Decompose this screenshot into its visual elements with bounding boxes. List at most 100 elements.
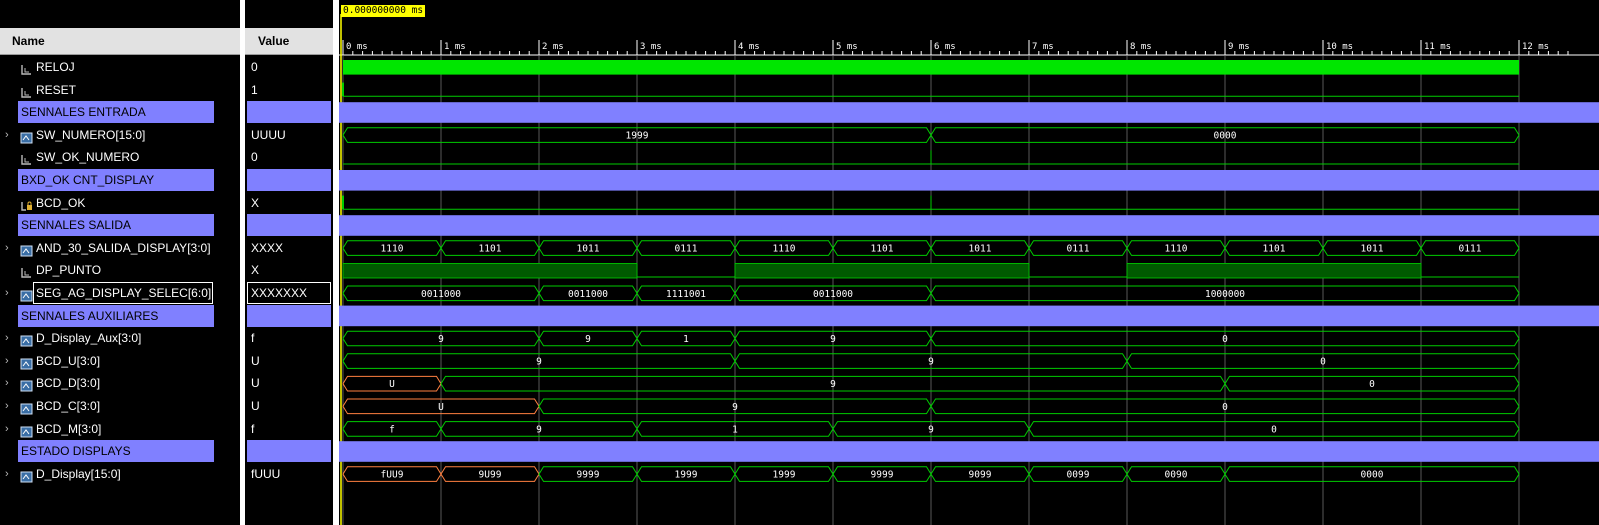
bus-value-label: 1110 — [773, 244, 796, 255]
expand-chevron-icon[interactable]: › — [5, 395, 9, 417]
bus-icon — [20, 355, 33, 370]
expand-chevron-icon[interactable]: › — [5, 327, 9, 349]
bus-value-label: 1110 — [1165, 244, 1188, 255]
bus-value-label: 0 — [1271, 424, 1277, 435]
clock-band — [343, 60, 1519, 75]
bus-value-label: 9U99 — [479, 470, 502, 481]
expand-chevron-icon[interactable]: › — [5, 350, 9, 372]
expand-chevron-icon[interactable]: › — [5, 372, 9, 394]
signal-value-cell — [247, 440, 331, 463]
signal-row-d-display-15-0[interactable]: › D_Display[15:0] — [0, 463, 240, 485]
group-row-sennales-entrada[interactable]: SENNALES ENTRADA — [18, 101, 214, 124]
signal-row-sw-numero-15-0[interactable]: › SW_NUMERO[15:0] — [0, 124, 240, 146]
ruler-tick-label: 11 ms — [1424, 42, 1451, 52]
group-row-bxd-ok-cnt-display[interactable]: BXD_OK CNT_DISPLAY — [18, 169, 214, 191]
bus-value-label: 0000 — [1214, 131, 1237, 142]
signal-icon — [20, 84, 33, 98]
expand-chevron-icon[interactable]: › — [5, 124, 9, 146]
group-band — [339, 305, 1599, 327]
bus-value-label: 0011000 — [421, 289, 461, 300]
expand-chevron-icon[interactable]: › — [5, 282, 9, 304]
signal-row-bcd-ok[interactable]: BCD_OK — [0, 192, 240, 214]
signal-row-dp-punto[interactable]: DP_PUNTO — [0, 259, 240, 281]
locked-signal-icon — [20, 197, 33, 211]
signal-value-text: X — [251, 263, 260, 278]
signal-row-reloj[interactable]: RELOJ — [0, 56, 240, 78]
dp-high-region — [734, 262, 1030, 279]
signal-value-text: f — [251, 421, 255, 436]
signal-value-text: U — [251, 376, 260, 391]
bus-value-label: 1999 — [675, 470, 698, 481]
signal-name-label: BCD_C[3:0] — [36, 399, 101, 413]
bus-value-label: 0 — [1320, 357, 1326, 368]
signal-row-bcd-m-3-0[interactable]: › BCD_M[3:0] — [0, 418, 240, 440]
group-row-estado-displays[interactable]: ESTADO DISPLAYS — [18, 440, 214, 463]
signal-icon — [20, 151, 33, 166]
signal-name-panel: Name RELOJ RESET SENNALES ENTRADA › SW_NUMER… — [0, 0, 240, 525]
ruler-tick-label: 10 ms — [1326, 42, 1353, 52]
signal-value-cell: 0 — [245, 146, 333, 168]
ruler-tick-label: 12 ms — [1522, 42, 1549, 52]
signal-row-d-display-aux-3-0[interactable]: › D_Display_Aux[3:0] — [0, 327, 240, 349]
bus-value-label: 9 — [830, 334, 836, 345]
signal-value-cell: f — [245, 418, 333, 440]
signal-row-reset[interactable]: RESET — [0, 79, 240, 101]
bus-icon — [20, 332, 33, 347]
signal-value-cell: X — [245, 259, 333, 281]
bus-value-label: 0090 — [1165, 470, 1188, 481]
bus-value-label: 9 — [536, 357, 542, 368]
bus-value-label: 9 — [928, 357, 934, 368]
signal-icon — [20, 61, 33, 75]
value-column-header[interactable]: Value — [245, 28, 333, 55]
bus-value-label: 1111001 — [666, 289, 706, 300]
signal-value-text: U — [251, 353, 260, 368]
signal-value-text: f — [251, 331, 255, 346]
ruler-tick-label: 4 ms — [738, 42, 760, 52]
cursor-time-label: 0.000000000 ms — [341, 5, 426, 17]
waveform-panel[interactable]: 0 ms 1 ms 2 ms 3 ms 4 ms 5 ms 6 ms 7 ms 8 ms 9 ms… — [339, 0, 1599, 525]
bus-value-label: 0099 — [1067, 470, 1090, 481]
signal-row-seg-ag-display-selec-6-0[interactable]: › SEG_AG_DISPLAY_SELEC[6:0] — [0, 282, 240, 304]
dp-high-region — [342, 262, 638, 279]
bus-value-label: 1011 — [1361, 244, 1384, 255]
signal-name-label: BCD_OK — [36, 195, 86, 210]
time-ruler[interactable]: 0 ms 1 ms 2 ms 3 ms 4 ms 5 ms 6 ms 7 ms 8 ms 9 ms… — [339, 35, 1599, 56]
signal-value-cell: U — [245, 350, 333, 372]
group-row-sennales-salida[interactable]: SENNALES SALIDA — [18, 214, 214, 237]
ruler-tick-label: 0 ms — [346, 42, 368, 52]
signal-name-label: D_Display_Aux[3:0] — [36, 331, 142, 346]
ruler-background — [339, 35, 1599, 55]
signal-row-bcd-c-3-0[interactable]: › BCD_C[3:0] — [0, 395, 240, 417]
signal-row-sw-ok-numero[interactable]: SW_OK_NUMERO — [0, 146, 240, 168]
wave-bcd-u-3-0: 9 9 0 — [342, 353, 1520, 369]
signal-row-and-30-salida-display-3-0[interactable]: › AND_30_SALIDA_DISPLAY[3:0] — [0, 237, 240, 259]
bus-value-label: 1101 — [479, 244, 502, 255]
ruler-tick-label: 8 ms — [1130, 42, 1152, 52]
signal-name-label: RELOJ — [36, 60, 75, 74]
bus-value-label: 0 — [1222, 334, 1228, 345]
signal-value-cell: XXXXXXX — [245, 282, 333, 304]
bus-value-label: 1011 — [577, 244, 600, 255]
signal-value-text: fUUU — [251, 466, 281, 481]
group-band — [339, 441, 1599, 462]
signal-name-label: RESET — [36, 82, 77, 97]
signal-value-cell — [247, 214, 331, 237]
signal-value-text: 0 — [251, 60, 258, 74]
group-row-sennales-auxiliares[interactable]: SENNALES AUXILIARES — [18, 304, 214, 327]
name-column-header[interactable]: Name — [0, 28, 240, 55]
bus-value-label: 1110 — [381, 244, 404, 255]
bus-value-label: 1 — [732, 424, 738, 435]
bus-value-label: 0000 — [1361, 470, 1384, 481]
bus-value-label: 0111 — [1459, 244, 1482, 255]
waveform-canvas[interactable]: 0 ms 1 ms 2 ms 3 ms 4 ms 5 ms 6 ms 7 ms 8 ms 9 ms… — [339, 0, 1599, 525]
signal-row-bcd-d-3-0[interactable]: › BCD_D[3:0] — [0, 372, 240, 394]
signal-row-bcd-u-3-0[interactable]: › BCD_U[3:0] — [0, 350, 240, 372]
expand-chevron-icon[interactable]: › — [5, 463, 9, 485]
ruler-tick-label: 7 ms — [1032, 42, 1054, 52]
expand-chevron-icon[interactable]: › — [5, 237, 9, 259]
expand-chevron-icon[interactable]: › — [5, 418, 9, 440]
signal-name-label: BCD_U[3:0] — [36, 353, 101, 368]
signal-value-panel: Value 0 1 UUUU 0 X XXXX X XXXXXXX f U U Uf fUUU — [245, 0, 333, 525]
bus-value-label: 9 — [830, 379, 836, 390]
ruler-tick-label: 2 ms — [542, 42, 564, 52]
